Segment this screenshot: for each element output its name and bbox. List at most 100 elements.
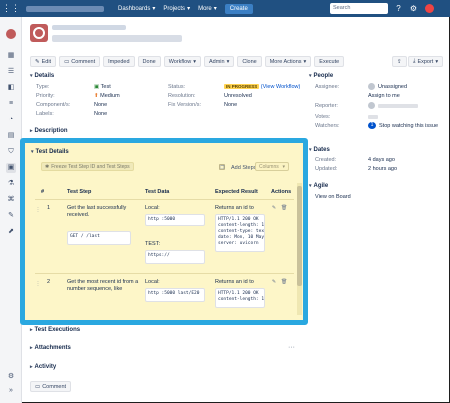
share-icon: ⇪ (397, 58, 402, 65)
expected-result-text: Returns an id to (215, 205, 254, 211)
chevron-down-icon: ▾ (303, 58, 307, 65)
delete-step-icon[interactable]: 🗑 (281, 279, 287, 285)
col-header-actions: Actions (271, 189, 292, 195)
edit-step-icon[interactable]: ✎ (271, 205, 277, 211)
done-button[interactable]: Done (137, 56, 161, 67)
people-heading[interactable]: ▾ People (309, 73, 333, 79)
backlog-icon[interactable]: ☰ (6, 67, 16, 77)
chevron-right-icon: ▸ (30, 128, 33, 134)
workflow-dropdown[interactable]: Workflow ▾ (163, 56, 201, 67)
chevron-right-icon: ▸ (30, 327, 33, 333)
code-icon[interactable]: ⌘ (6, 195, 16, 205)
delete-step-icon[interactable]: 🗑 (281, 205, 287, 211)
admin-dropdown[interactable]: Admin ▾ (203, 56, 235, 67)
priority-medium-icon: ⬆ (94, 93, 99, 99)
more-options-icon[interactable]: ··· (288, 344, 295, 351)
expected-result-text: Returns an id to (215, 279, 254, 285)
col-header-test-data: Test Data (145, 189, 170, 195)
comment-button[interactable]: ▭ Comment (30, 381, 72, 392)
watchers-count-badge[interactable]: 1 (368, 122, 376, 129)
columns-dropdown[interactable]: Columns ▾ (255, 162, 289, 171)
nav-projects-label: Projects (163, 5, 186, 12)
col-header-num: # (41, 189, 45, 195)
agile-heading[interactable]: ▾ Agile (309, 183, 328, 189)
workflow-label: Workflow (168, 58, 192, 65)
app-switcher-icon[interactable]: ⋮⋮ (0, 0, 22, 17)
status-value: IN PROGRESS (View Workflow) (224, 84, 300, 90)
dates-heading[interactable]: ▾ Dates (309, 147, 330, 153)
drag-handle-icon[interactable]: ⋮ (35, 281, 41, 287)
test-step-code: GET / /last (67, 231, 131, 245)
more-actions-label: More Actions (269, 58, 302, 65)
view-workflow-link[interactable]: (View Workflow) (261, 84, 301, 90)
clone-button[interactable]: Clone (237, 56, 262, 67)
comment-button-label: Comment (42, 383, 67, 390)
pages-icon[interactable]: ✎ (6, 211, 16, 221)
share-button[interactable]: ⇪ (392, 56, 407, 67)
steps-scrollbar[interactable] (297, 183, 302, 315)
comment-toolbar-button[interactable]: ▭ Comment (59, 56, 101, 67)
execute-button[interactable]: Execute (314, 56, 345, 67)
breadcrumb[interactable] (52, 25, 126, 30)
attachments-heading[interactable]: ▸ Attachments (30, 345, 71, 351)
test-executions-heading[interactable]: ▸ Test Executions (30, 327, 80, 333)
chevron-down-icon: ▾ (435, 58, 439, 65)
nav-dashboards[interactable]: Dashboards ▾ (118, 5, 155, 13)
search-placeholder: Search (333, 5, 351, 11)
drag-handle-icon[interactable]: ⋮ (35, 207, 41, 213)
fix-versions-value: None (224, 102, 238, 108)
edit-step-icon[interactable]: ✎ (271, 279, 277, 285)
release-icon[interactable]: ⬈ (6, 227, 16, 237)
add-steps-link[interactable]: Add Steps (231, 165, 256, 171)
step-number: 2 (47, 279, 51, 285)
more-actions-dropdown[interactable]: More Actions ▾ (264, 56, 312, 67)
chevron-down-icon: ▾ (31, 149, 34, 155)
help-icon[interactable]: ? (393, 3, 404, 14)
priority-label: Priority: (36, 93, 55, 99)
reports-icon[interactable]: ◔ (6, 115, 16, 125)
comment-icon: ▭ (35, 383, 41, 390)
test-data-label-test: TEST: (145, 241, 160, 247)
lock-icon: ✱ (45, 163, 50, 170)
impeded-button[interactable]: Impeded (103, 56, 135, 67)
freeze-test-steps-button[interactable]: ✱ Freeze Test Step ID and Test Steps (41, 162, 134, 171)
view-on-board-link[interactable]: View on Board (315, 194, 351, 200)
shield-icon[interactable]: ⛉ (6, 147, 16, 157)
copy-icon[interactable]: ❐ (219, 164, 225, 171)
attachments-label: Attachments (34, 345, 71, 351)
people-heading-label: People (313, 73, 334, 79)
expected-result-code: HTTP/1.1 200 OK content-length: 1 conten… (215, 214, 265, 252)
test-icon[interactable]: ▣ (6, 163, 16, 173)
logo[interactable] (22, 0, 110, 17)
expand-sidebar-icon[interactable]: » (6, 386, 16, 396)
project-settings-icon[interactable]: ⚙ (6, 372, 16, 382)
assign-to-me-link[interactable]: Assign to me (368, 93, 400, 99)
project-avatar-icon[interactable] (6, 29, 16, 39)
description-heading[interactable]: ▸ Description (30, 128, 68, 134)
activity-heading[interactable]: ▸ Activity (30, 364, 56, 370)
chart-icon[interactable]: ▤ (6, 131, 16, 141)
assignee-label: Assignee: (315, 84, 340, 90)
create-button[interactable]: Create (224, 3, 253, 14)
flask-icon[interactable]: ⚗ (6, 179, 16, 189)
test-details-heading[interactable]: ▾ Test Details (31, 149, 69, 155)
details-heading[interactable]: ▾ Details (30, 73, 54, 79)
search-input[interactable]: Search (330, 3, 388, 14)
row-separator (35, 273, 294, 274)
assignee-value[interactable]: Unassigned (378, 84, 407, 90)
scrollbar-thumb[interactable] (297, 186, 302, 286)
settings-icon[interactable]: ⚙ (408, 3, 419, 14)
nav-projects[interactable]: Projects ▾ (163, 5, 190, 13)
edit-button[interactable]: ✎ Edit (30, 56, 57, 67)
issues-icon[interactable]: ◧ (6, 83, 16, 93)
col-header-test-step: Test Step (67, 189, 92, 195)
expected-result-code: HTTP/1.1 200 OK content-length: 1 (215, 288, 265, 308)
user-avatar-icon[interactable] (425, 4, 434, 13)
board-icon[interactable]: ▦ (6, 51, 16, 61)
export-dropdown[interactable]: ⤓ Export ▾ (408, 56, 444, 67)
stop-watching-link[interactable]: Stop watching this issue (379, 123, 438, 129)
chevron-down-icon: ▾ (309, 73, 312, 79)
test-step-text: Get the last successfully received. (67, 205, 127, 218)
list-icon[interactable]: ≡ (6, 99, 16, 109)
nav-more[interactable]: More ▾ (198, 5, 217, 13)
